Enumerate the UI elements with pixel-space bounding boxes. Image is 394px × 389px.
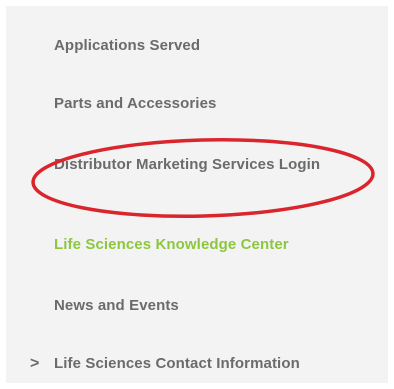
chevron-right-icon: > <box>30 355 40 372</box>
nav-item-parts-and-accessories[interactable]: Parts and Accessories <box>54 94 384 114</box>
nav-item-news-and-events[interactable]: News and Events <box>54 296 384 316</box>
nav-item-label: News and Events <box>54 297 179 314</box>
nav-item-contact-information[interactable]: Life Sciences Contact Information <box>54 354 384 374</box>
nav-item-label: Parts and Accessories <box>54 95 217 112</box>
nav-item-distributor-marketing-login[interactable]: Distributor Marketing Services Login <box>54 155 354 175</box>
nav-item-label: Applications Served <box>54 37 201 54</box>
nav-item-knowledge-center[interactable]: Life Sciences Knowledge Center <box>54 235 384 255</box>
nav-item-applications-served[interactable]: Applications Served <box>54 36 384 56</box>
nav-item-label: Life Sciences Contact Information <box>54 355 300 372</box>
nav-item-label: Distributor Marketing Services Login <box>54 156 321 173</box>
sidebar-nav: Applications Served Parts and Accessorie… <box>6 6 388 383</box>
nav-item-label: Life Sciences Knowledge Center <box>54 236 289 253</box>
highlight-circle-annotation <box>31 138 375 218</box>
